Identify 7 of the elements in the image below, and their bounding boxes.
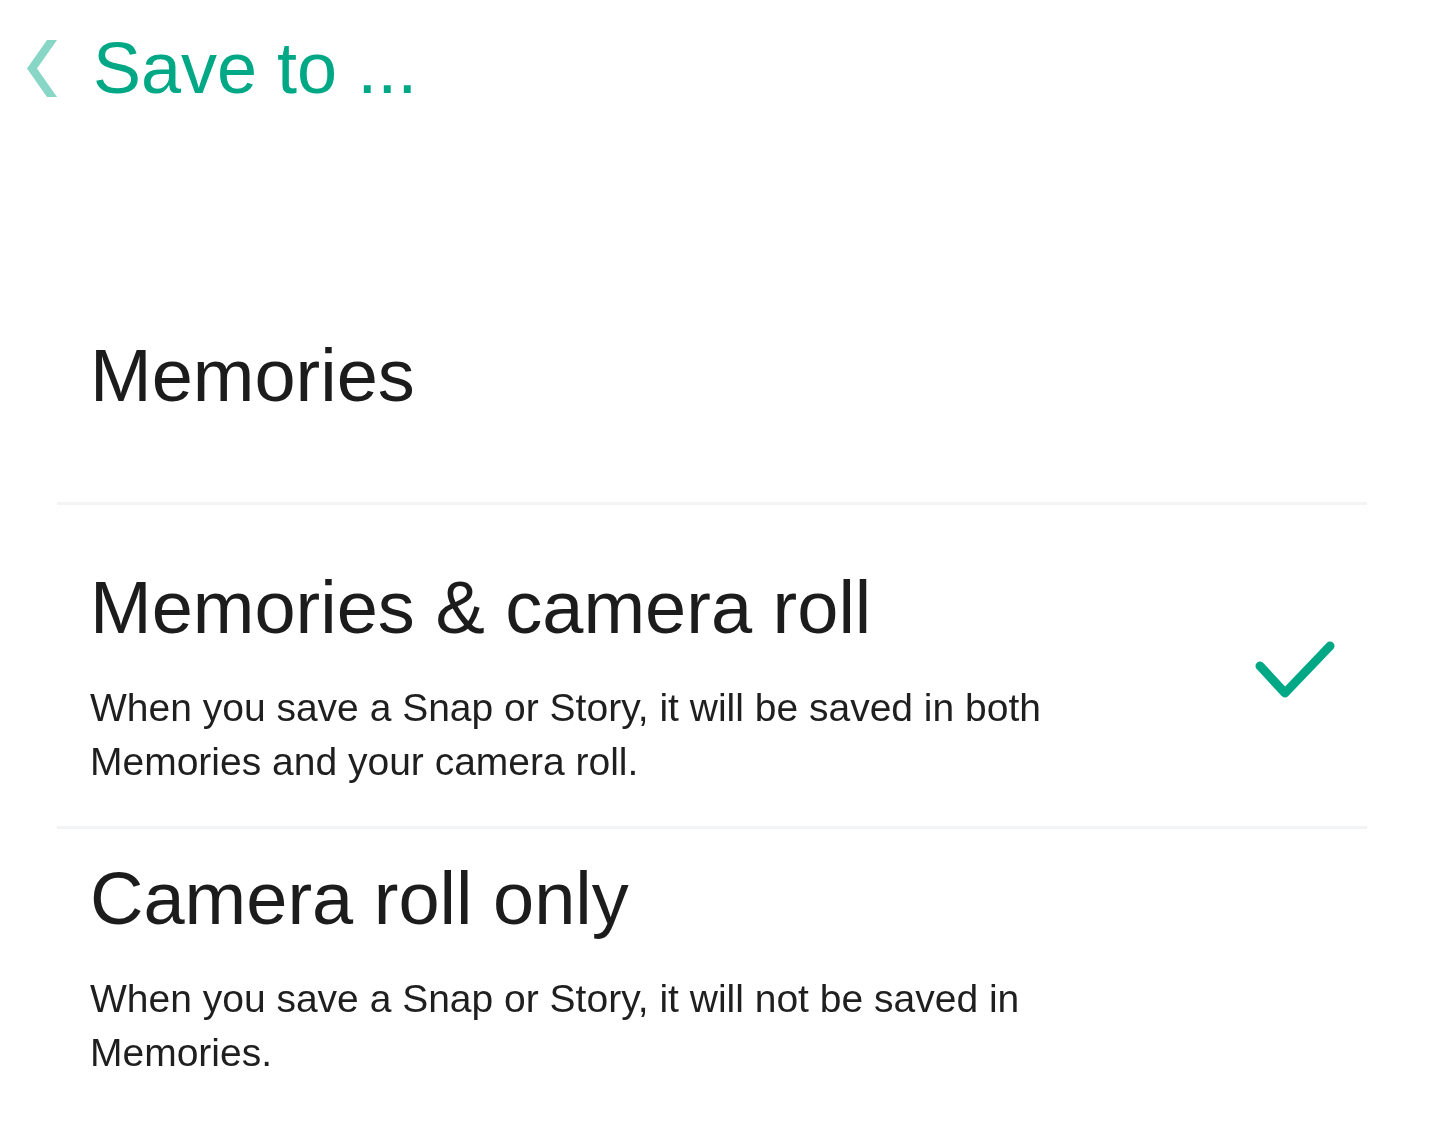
option-title: Memories & camera roll	[90, 565, 873, 651]
back-chevron-icon[interactable]	[27, 39, 57, 97]
page-title: Save to ...	[93, 26, 418, 110]
option-description: When you save a Snap or Story, it will be saved in both Memories and your camera roll.	[90, 685, 1042, 785]
option-title: Camera roll only	[90, 856, 630, 942]
option-title: Memories	[90, 333, 416, 419]
option-description: When you save a Snap or Story, it will not be saved in Memories.	[90, 976, 1021, 1076]
